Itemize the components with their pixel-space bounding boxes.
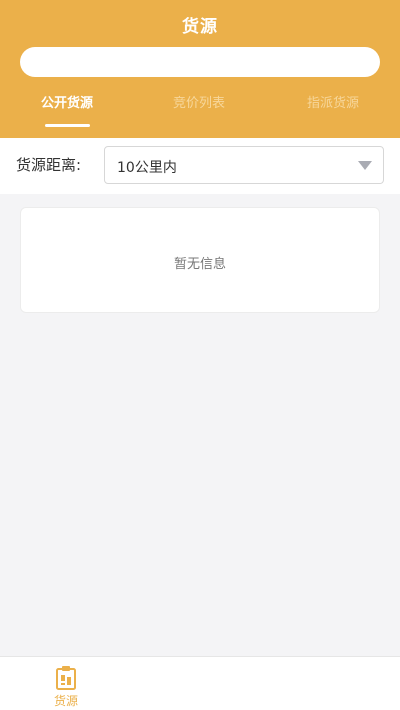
empty-state-text: 暂无信息: [173, 257, 226, 272]
distance-filter-row: 货源距离: 10公里内: [0, 138, 400, 194]
caret-down-icon: [358, 161, 372, 170]
distance-select-value: 10公里内: [117, 160, 177, 176]
search-input[interactable]: [20, 47, 380, 77]
tab-assigned-cargo[interactable]: 指派货源: [307, 92, 359, 111]
header: 货源 公开货源 竞价列表 指派货源: [0, 0, 400, 138]
page-title: 货源: [182, 17, 218, 37]
empty-state-card: 暂无信息: [20, 207, 380, 313]
clipboard-icon: [56, 666, 76, 690]
app-root: 货源 公开货源 竞价列表 指派货源 货源距离: 10公里内 暂无信息 货源: [0, 0, 400, 710]
tab-bidding-list[interactable]: 竞价列表: [173, 92, 225, 111]
distance-select[interactable]: 10公里内: [104, 146, 384, 184]
tab-public-cargo[interactable]: 公开货源: [41, 92, 93, 111]
bottom-nav: 货源: [0, 656, 400, 710]
nav-item-cargo[interactable]: 货源: [40, 663, 92, 709]
tab-bar: 公开货源 竞价列表 指派货源: [0, 88, 400, 138]
active-tab-indicator: [45, 124, 90, 127]
distance-filter-label: 货源距离:: [16, 156, 82, 174]
nav-item-cargo-label: 货源: [53, 694, 78, 708]
